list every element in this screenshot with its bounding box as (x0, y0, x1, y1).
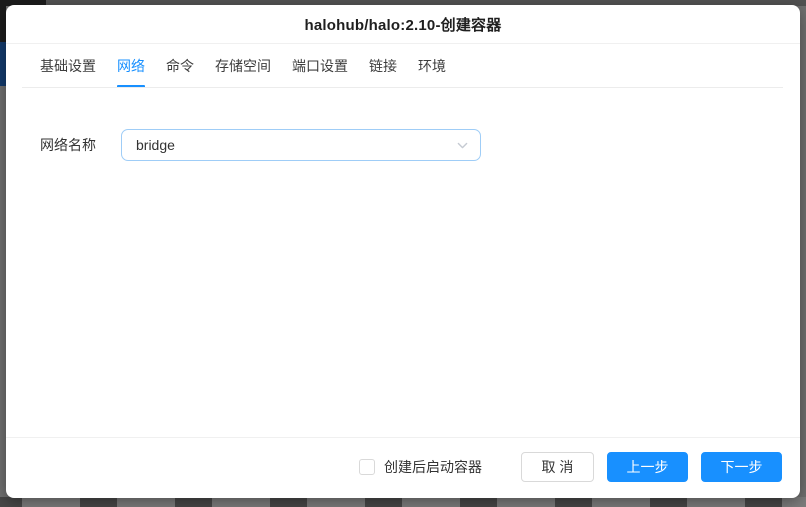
footer-divider (6, 437, 800, 438)
network-name-label: 网络名称 (40, 137, 96, 153)
dialog-tab-bar: 基础设置 网络 命令 存储空间 端口设置 链接 环境 (6, 44, 800, 88)
chevron-down-icon (455, 138, 469, 152)
dialog-title: halohub/halo:2.10-创建容器 (304, 16, 502, 34)
network-name-select-value: bridge (136, 137, 175, 153)
start-after-create-label[interactable]: 创建后启动容器 (384, 457, 482, 477)
dialog-header: halohub/halo:2.10-创建容器 (6, 5, 800, 44)
tab-links[interactable]: 链接 (369, 44, 397, 88)
network-name-select[interactable]: bridge (121, 129, 481, 161)
previous-step-button[interactable]: 上一步 (607, 452, 688, 482)
tab-ports[interactable]: 端口设置 (292, 44, 348, 88)
dialog-footer: 创建后启动容器 取 消 上一步 下一步 (359, 452, 782, 482)
start-after-create-checkbox[interactable] (359, 459, 375, 475)
tab-environment[interactable]: 环境 (418, 44, 446, 88)
create-container-dialog: halohub/halo:2.10-创建容器 基础设置 网络 命令 存储空间 端… (6, 5, 800, 498)
tab-command[interactable]: 命令 (166, 44, 194, 88)
start-after-create-group[interactable]: 创建后启动容器 (359, 457, 482, 477)
network-name-row: 网络名称 bridge (6, 129, 800, 161)
tab-bar-divider (22, 87, 783, 88)
tab-storage[interactable]: 存储空间 (215, 44, 271, 88)
cancel-button[interactable]: 取 消 (521, 452, 594, 482)
tab-basic-settings[interactable]: 基础设置 (40, 44, 96, 88)
tab-network[interactable]: 网络 (117, 44, 145, 88)
next-step-button[interactable]: 下一步 (701, 452, 782, 482)
backdrop-bottom-table-strip (0, 497, 806, 507)
